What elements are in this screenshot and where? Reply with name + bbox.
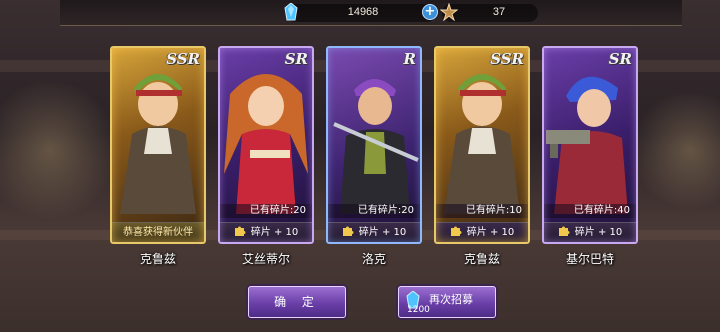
- recruit-cost: 1200: [407, 305, 430, 315]
- add-crystal-button[interactable]: +: [422, 4, 438, 20]
- recruit-again-button[interactable]: 再次招募 1200: [398, 286, 496, 318]
- character-card-1[interactable]: SSR 恭喜获得新伙伴: [110, 46, 206, 244]
- character-name-5: 基尔巴特: [565, 252, 614, 266]
- recruit-label: 再次招募: [429, 293, 473, 306]
- confirm-label: 确 定: [274, 295, 320, 309]
- character-card-2[interactable]: SR 已有碎片:20 碎片 + 10: [218, 46, 314, 244]
- star-amount: 37: [492, 6, 506, 18]
- character-card-3[interactable]: R 已有碎片:20 碎片 + 10: [326, 46, 422, 244]
- character-name-2: 艾丝蒂尔: [241, 252, 290, 266]
- blue-crystal-icon: [284, 3, 298, 21]
- character-name-1: 克鲁兹: [139, 252, 176, 266]
- character-name-3: 洛克: [361, 252, 386, 266]
- star-icon: [440, 3, 458, 21]
- character-card-4[interactable]: SSR 已有碎片:10 碎片 + 10: [434, 46, 530, 244]
- character-card-5[interactable]: SR 已有碎片:40 碎片 + 10: [542, 46, 638, 244]
- resource-bar: 14968 + 37: [60, 0, 682, 26]
- confirm-button[interactable]: 确 定: [248, 286, 346, 318]
- crystal-amount: 14968: [347, 6, 379, 18]
- character-name-4: 克鲁兹: [463, 252, 500, 266]
